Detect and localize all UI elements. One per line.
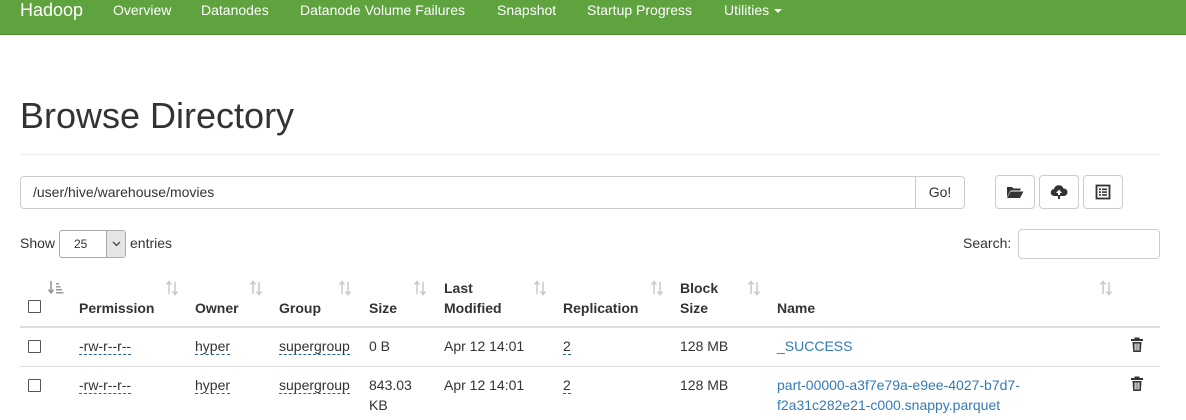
block-size-value: 128 MB	[680, 377, 729, 393]
group-link[interactable]: supergroup	[279, 377, 350, 394]
group-link[interactable]: supergroup	[279, 338, 350, 355]
cut-paste-button[interactable]	[1083, 175, 1123, 209]
nav-datanode-volume-failures[interactable]: Datanode Volume Failures	[300, 0, 465, 20]
block-size-value: 128 MB	[680, 338, 729, 354]
file-name-link[interactable]: _SUCCESS	[777, 336, 852, 356]
select-all-checkbox[interactable]	[28, 300, 41, 313]
caret-down-icon	[774, 9, 783, 14]
nav-snapshot[interactable]: Snapshot	[497, 0, 556, 20]
col-header-owner[interactable]: Owner	[195, 298, 239, 318]
col-header-last-modified-line1[interactable]: Last	[444, 278, 473, 298]
show-label: Show	[20, 235, 56, 251]
title-divider	[20, 154, 1160, 155]
modified-value: Apr 12 14:01	[444, 377, 525, 393]
size-value: 0 B	[369, 338, 391, 354]
modified-value: Apr 12 14:01	[444, 338, 525, 354]
row-checkbox[interactable]	[28, 340, 41, 353]
entries-value: 25	[74, 237, 88, 251]
size-unit: KB	[369, 397, 388, 413]
folder-open-icon	[1007, 187, 1024, 198]
search-label: Search:	[963, 235, 1012, 251]
top-navbar: Hadoop Overview Datanodes Datanode Volum…	[0, 0, 1186, 35]
col-header-permission[interactable]: Permission	[79, 298, 154, 318]
search-input[interactable]	[1018, 229, 1160, 259]
entries-label: entries	[130, 235, 173, 251]
upload-files-button[interactable]	[1039, 175, 1079, 209]
permission-link[interactable]: -rw-r--r--	[79, 338, 132, 355]
sort-both-icon[interactable]	[747, 280, 761, 296]
size-value: 843.03	[369, 377, 412, 393]
sort-both-icon[interactable]	[533, 280, 547, 296]
nav-utilities-label: Utilities	[724, 2, 770, 18]
sort-both-icon[interactable]	[249, 280, 263, 296]
table-header-divider	[20, 326, 1160, 328]
nav-startup-progress[interactable]: Startup Progress	[587, 0, 692, 20]
owner-link[interactable]: hyper	[195, 377, 231, 394]
trash-icon[interactable]	[1130, 376, 1144, 391]
row-divider	[20, 366, 1160, 367]
sort-both-icon[interactable]	[165, 280, 179, 296]
page-title: Browse Directory	[20, 95, 295, 136]
chevron-down-icon	[106, 231, 125, 257]
nav-datanodes[interactable]: Datanodes	[201, 0, 269, 20]
cloud-upload-icon	[1050, 185, 1068, 199]
col-header-group[interactable]: Group	[279, 298, 321, 318]
sort-both-icon[interactable]	[338, 280, 352, 296]
sort-both-icon[interactable]	[413, 280, 427, 296]
col-header-replication[interactable]: Replication	[563, 298, 638, 318]
replication-link[interactable]: 2	[563, 377, 571, 394]
col-header-last-modified-line2[interactable]: Modified	[444, 298, 502, 318]
nav-utilities-dropdown[interactable]: Utilities	[724, 0, 783, 20]
trash-icon[interactable]	[1130, 337, 1144, 352]
file-name-link[interactable]: part-00000-a3f7e79a-e9ee-4027-b7d7-	[777, 375, 1020, 395]
col-header-block-size-line1[interactable]: Block	[680, 278, 718, 298]
sort-desc-icon[interactable]	[48, 280, 64, 296]
sort-both-icon[interactable]	[1099, 280, 1113, 296]
sort-both-icon[interactable]	[650, 280, 664, 296]
replication-link[interactable]: 2	[563, 338, 571, 355]
list-alt-icon	[1095, 184, 1111, 200]
permission-link[interactable]: -rw-r--r--	[79, 377, 132, 394]
col-header-size[interactable]: Size	[369, 298, 397, 318]
file-name-link-cont[interactable]: f2a31c282e21-c000.snappy.parquet	[777, 395, 1000, 415]
brand-logo[interactable]: Hadoop	[20, 0, 83, 20]
create-directory-button[interactable]	[995, 175, 1035, 209]
col-header-name[interactable]: Name	[777, 298, 815, 318]
row-checkbox[interactable]	[28, 379, 41, 392]
entries-select[interactable]: 25	[59, 230, 126, 258]
go-button[interactable]: Go!	[915, 176, 965, 209]
owner-link[interactable]: hyper	[195, 338, 231, 355]
col-header-block-size-line2[interactable]: Size	[680, 298, 708, 318]
nav-overview[interactable]: Overview	[113, 0, 171, 20]
directory-path-input[interactable]: /user/hive/warehouse/movies	[20, 176, 916, 209]
